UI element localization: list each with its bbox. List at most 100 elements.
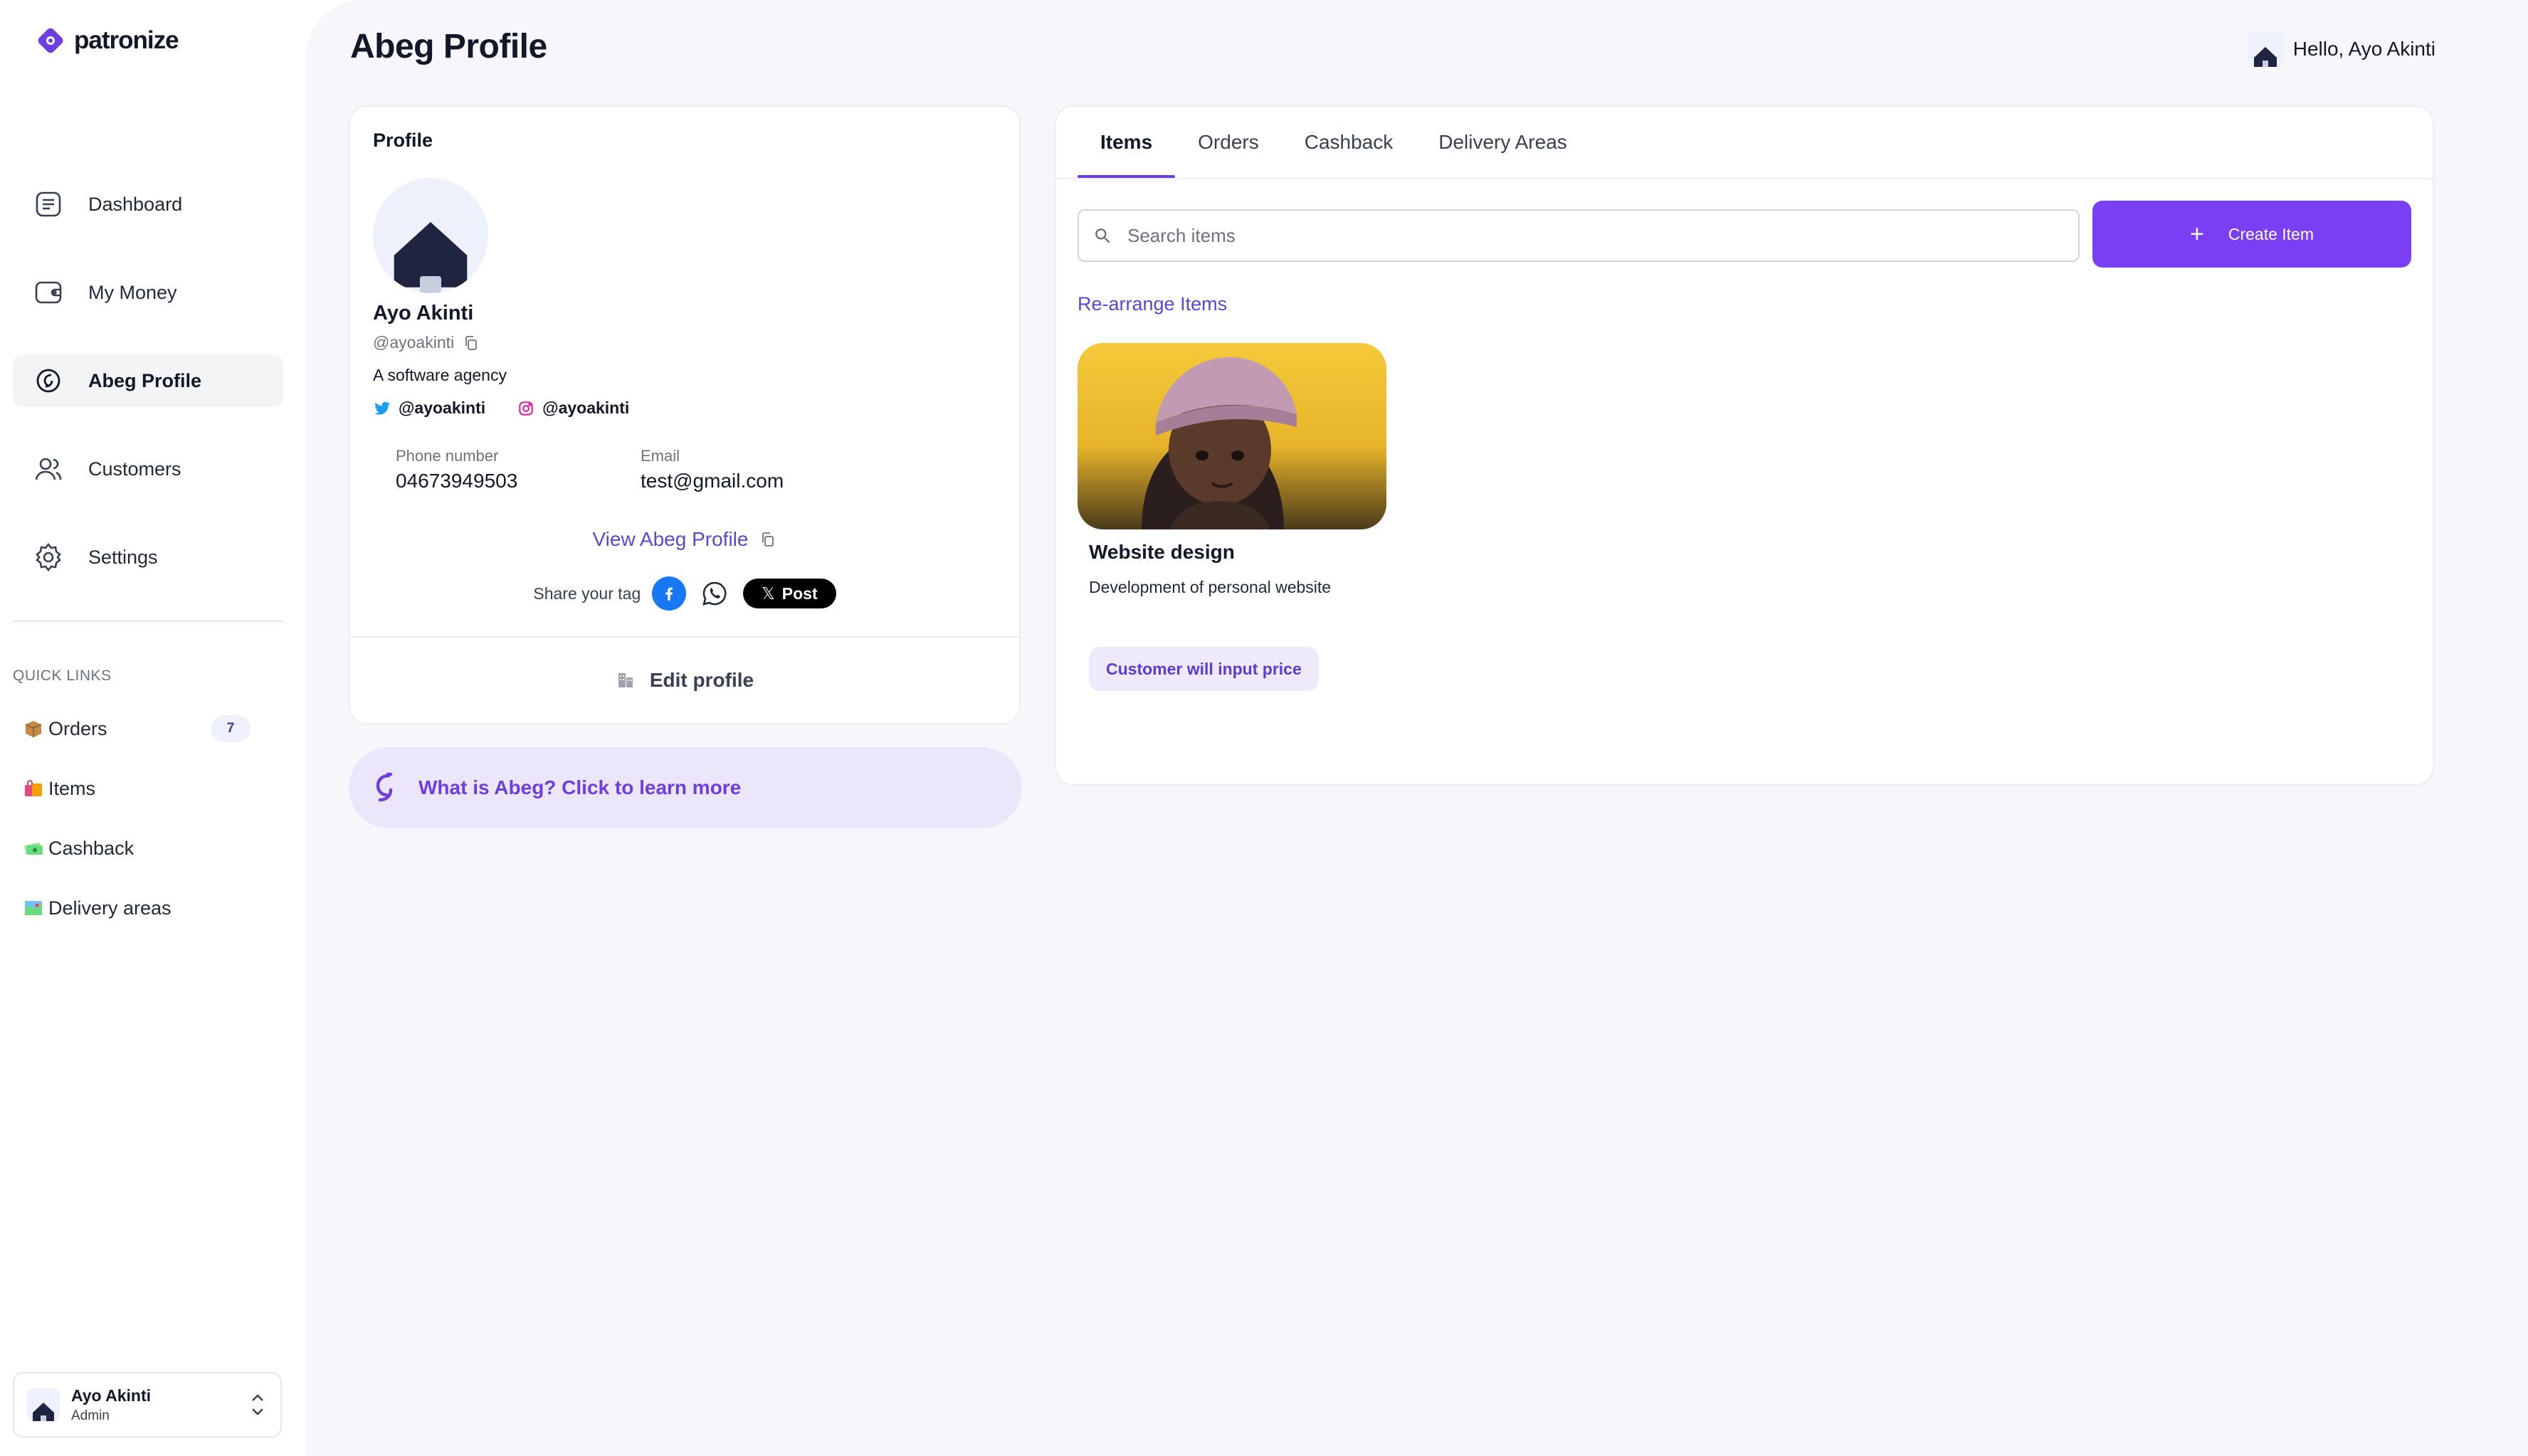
- search-input[interactable]: [1127, 224, 2053, 247]
- copy-icon[interactable]: [759, 531, 776, 548]
- greeting-text: Hello, Ayo Akinti: [2292, 38, 2435, 60]
- gear-icon: [33, 542, 64, 573]
- dashboard-icon: [33, 189, 64, 220]
- item-description: Development of personal website: [1089, 578, 1332, 596]
- user-account-switcher[interactable]: Ayo Akinti Admin: [13, 1372, 282, 1437]
- quick-links-title: QUICK LINKS: [13, 668, 112, 684]
- instagram-icon: [519, 401, 533, 416]
- avatar: [2247, 31, 2283, 67]
- quick-link-label: Items: [48, 777, 96, 799]
- quick-link-delivery-areas[interactable]: Delivery areas: [23, 891, 251, 925]
- twitter-link[interactable]: @ayoakinti: [373, 399, 485, 418]
- search-box: [1078, 209, 2080, 262]
- brand-name: patronize: [74, 26, 179, 54]
- sidebar-item-label: Settings: [88, 546, 158, 568]
- profile-handle: @ayoakinti: [373, 333, 480, 352]
- search-icon: [1095, 228, 1110, 243]
- user-info: Ayo Akinti Admin: [71, 1386, 151, 1424]
- quick-link-items[interactable]: Items: [23, 771, 251, 806]
- view-abeg-profile-link[interactable]: View Abeg Profile: [350, 528, 1019, 551]
- copy-icon[interactable]: [463, 334, 480, 352]
- x-icon: 𝕏: [762, 584, 775, 603]
- tab-cashback[interactable]: Cashback: [1282, 107, 1416, 178]
- items-panel: Items Orders Cashback Delivery Areas + C…: [1055, 105, 2434, 786]
- item-title: Website design: [1089, 541, 1235, 563]
- map-icon: [25, 901, 42, 915]
- banner-text: What is Abeg? Click to learn more: [418, 776, 742, 798]
- view-link-label: View Abeg Profile: [592, 528, 749, 550]
- quick-link-orders[interactable]: Orders 7: [23, 712, 251, 746]
- sidebar-item-label: Customers: [88, 458, 181, 480]
- plus-icon: +: [2189, 220, 2204, 248]
- brand-logo[interactable]: patronize: [36, 26, 179, 56]
- sidebar-item-customers[interactable]: Customers: [13, 443, 283, 495]
- what-is-abeg-banner[interactable]: What is Abeg? Click to learn more: [349, 747, 1022, 828]
- x-post-button[interactable]: 𝕏 Post: [743, 579, 836, 608]
- social-links: @ayoakinti @ayoakinti: [373, 399, 660, 418]
- sidebar-divider: [13, 621, 283, 622]
- abeg-logo-icon: [376, 772, 393, 802]
- twitter-icon: [374, 401, 390, 415]
- user-greeting[interactable]: Hello, Ayo Akinti: [2247, 31, 2435, 67]
- handle-text: @ayoakinti: [373, 333, 455, 352]
- create-item-button[interactable]: + Create Item: [2092, 201, 2411, 268]
- customers-icon: [33, 453, 64, 485]
- item-card[interactable]: Website design Development of personal w…: [1078, 343, 1386, 691]
- share-row: Share your tag 𝕏 Post: [350, 576, 1019, 611]
- whatsapp-icon: [702, 581, 727, 606]
- facebook-share-button[interactable]: [652, 576, 687, 611]
- sidebar-item-abeg-profile[interactable]: Abeg Profile: [13, 354, 283, 407]
- quick-link-label: Orders: [48, 717, 107, 739]
- quick-links: Orders 7 Items Cashback Delivery areas: [23, 712, 251, 951]
- share-label: Share your tag: [533, 584, 641, 603]
- sidebar: patronize Dashboard My Money Abeg Profil…: [0, 0, 306, 1456]
- wallet-icon: [33, 277, 64, 308]
- patronize-logo-icon: [38, 28, 63, 53]
- sidebar-item-my-money[interactable]: My Money: [13, 266, 283, 319]
- tab-orders[interactable]: Orders: [1175, 107, 1282, 178]
- quick-link-label: Cashback: [48, 837, 135, 859]
- profile-name: Ayo Akinti: [373, 302, 474, 325]
- item-image: [1078, 343, 1386, 529]
- avatar: [27, 1388, 60, 1421]
- shopping-bags-icon: [25, 780, 42, 796]
- sidebar-item-label: My Money: [88, 281, 177, 303]
- chevron-up-down-icon: [252, 1394, 263, 1415]
- page-title: Abeg Profile: [350, 28, 547, 65]
- sidebar-item-dashboard[interactable]: Dashboard: [13, 178, 283, 231]
- tabs-divider: [1056, 178, 2433, 179]
- twitter-handle: @ayoakinti: [399, 399, 486, 417]
- building-icon: [618, 673, 633, 687]
- package-icon: [25, 721, 42, 737]
- app-root: patronize Dashboard My Money Abeg Profil…: [0, 0, 2528, 1456]
- user-role: Admin: [71, 1408, 110, 1423]
- sidebar-item-settings[interactable]: Settings: [13, 531, 283, 584]
- rearrange-items-link[interactable]: Re-arrange Items: [1078, 293, 1227, 315]
- instagram-handle: @ayoakinti: [542, 399, 630, 417]
- tab-items[interactable]: Items: [1078, 107, 1176, 178]
- email-value: test@gmail.com: [641, 470, 784, 492]
- tab-delivery-areas[interactable]: Delivery Areas: [1416, 107, 1590, 178]
- email-info: Email test@gmail.com: [641, 447, 784, 492]
- main-content: Abeg Profile Hello, Ayo Akinti Profile A…: [306, 0, 2528, 1456]
- profile-avatar: [373, 178, 488, 293]
- whatsapp-share-button[interactable]: [697, 576, 732, 611]
- sidebar-item-label: Dashboard: [88, 193, 183, 215]
- email-label: Email: [641, 447, 680, 465]
- price-badge: Customer will input price: [1089, 647, 1319, 691]
- phone-info: Phone number 04673949503: [396, 447, 517, 492]
- instagram-link[interactable]: @ayoakinti: [517, 399, 629, 418]
- facebook-icon: [665, 587, 673, 601]
- edit-profile-label: Edit profile: [649, 669, 754, 691]
- tab-bar: Items Orders Cashback Delivery Areas: [1078, 107, 1590, 178]
- money-icon: [24, 843, 43, 855]
- x-post-label: Post: [781, 584, 818, 603]
- quick-link-cashback[interactable]: Cashback: [23, 831, 251, 865]
- edit-profile-button[interactable]: Edit profile: [350, 636, 1019, 724]
- sidebar-item-label: Abeg Profile: [88, 369, 202, 391]
- phone-value: 04673949503: [396, 470, 518, 492]
- phone-label: Phone number: [396, 447, 499, 465]
- abeg-icon: [33, 365, 64, 396]
- sidebar-nav: Dashboard My Money Abeg Profile Customer…: [13, 178, 283, 619]
- orders-count-badge: 7: [211, 715, 251, 742]
